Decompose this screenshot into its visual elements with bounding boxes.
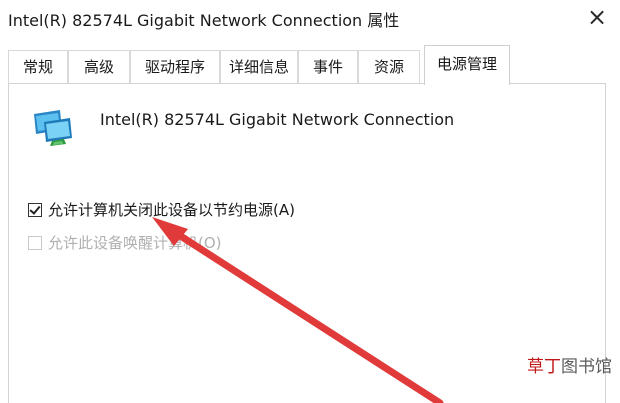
device-name: Intel(R) 82574L Gigabit Network Connecti… [100,110,455,129]
close-icon: × [586,3,608,31]
properties-dialog: Intel(R) 82574L Gigabit Network Connecti… [0,0,620,403]
tab-general[interactable]: 常规 [8,50,68,83]
allow-power-off-label: 允许计算机关闭此设备以节约电源(A) [48,201,295,219]
allow-wake-label: 允许此设备唤醒计算机(O) [48,234,222,252]
checkmark-icon [29,202,41,215]
tab-driver[interactable]: 驱动程序 [130,50,220,83]
tab-power-management[interactable]: 电源管理 [424,45,510,85]
tab-resources[interactable]: 资源 [358,50,420,83]
tab-strip: 常规 高级 驱动程序 详细信息 事件 资源 电源管理 [0,36,620,85]
tab-details[interactable]: 详细信息 [220,50,298,83]
tab-events[interactable]: 事件 [298,50,358,83]
allow-wake-checkbox [28,235,42,250]
allow-power-off-checkbox[interactable] [28,202,42,217]
watermark: 草丁图书馆 [527,357,612,377]
tab-advanced[interactable]: 高级 [68,50,130,83]
window-title: Intel(R) 82574L Gigabit Network Connecti… [8,11,400,30]
network-adapter-icon [34,110,72,146]
allow-power-off-option[interactable]: 允许计算机关闭此设备以节约电源(A) [28,199,295,220]
title-bar: Intel(R) 82574L Gigabit Network Connecti… [0,0,620,36]
allow-wake-option: 允许此设备唤醒计算机(O) [28,232,222,253]
close-button[interactable]: × [584,4,610,30]
